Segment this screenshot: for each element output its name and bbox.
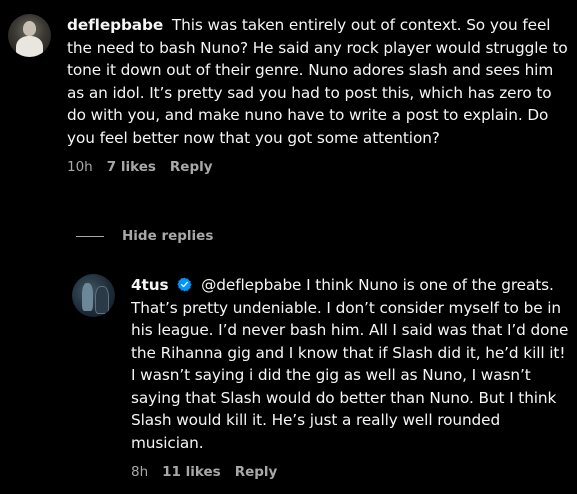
hide-replies-label: Hide replies [122,228,214,244]
reply-button[interactable]: Reply [235,464,278,480]
avatar[interactable] [72,274,115,317]
reply-likes[interactable]: 11 likes [162,464,221,480]
hide-replies-button[interactable]: Hide replies [76,228,213,244]
comment-username[interactable]: deflepbabe [67,16,163,34]
comment-meta: 10h 7 likes Reply [67,159,570,175]
comment-text-block: deflepbabe This was taken entirely out o… [67,14,570,149]
reply-text-block: 4tus @deflepbabe I think Nuno is one of … [131,274,572,454]
reply-comment: 4tus @deflepbabe I think Nuno is one of … [72,274,572,480]
comment-text: This was taken entirely out of context. … [67,16,568,147]
avatar-figure [82,283,93,311]
reply-meta: 8h 11 likes Reply [131,464,572,480]
comment-time: 10h [67,159,93,175]
reply-button[interactable]: Reply [170,159,213,175]
hide-replies-divider [76,235,104,237]
reply-text: @deflepbabe I think Nuno is one of the g… [131,276,569,452]
avatar-body [16,36,43,57]
avatar-figure [95,286,109,314]
reply-time: 8h [131,464,149,480]
avatar-head [23,21,36,36]
reply-content: 4tus @deflepbabe I think Nuno is one of … [131,274,572,480]
reply-username[interactable]: 4tus [131,276,169,294]
avatar[interactable] [8,14,51,57]
verified-badge-icon [177,277,192,292]
comment-likes[interactable]: 7 likes [107,159,156,175]
comment-content: deflepbabe This was taken entirely out o… [67,14,570,175]
comment: deflepbabe This was taken entirely out o… [8,14,570,175]
